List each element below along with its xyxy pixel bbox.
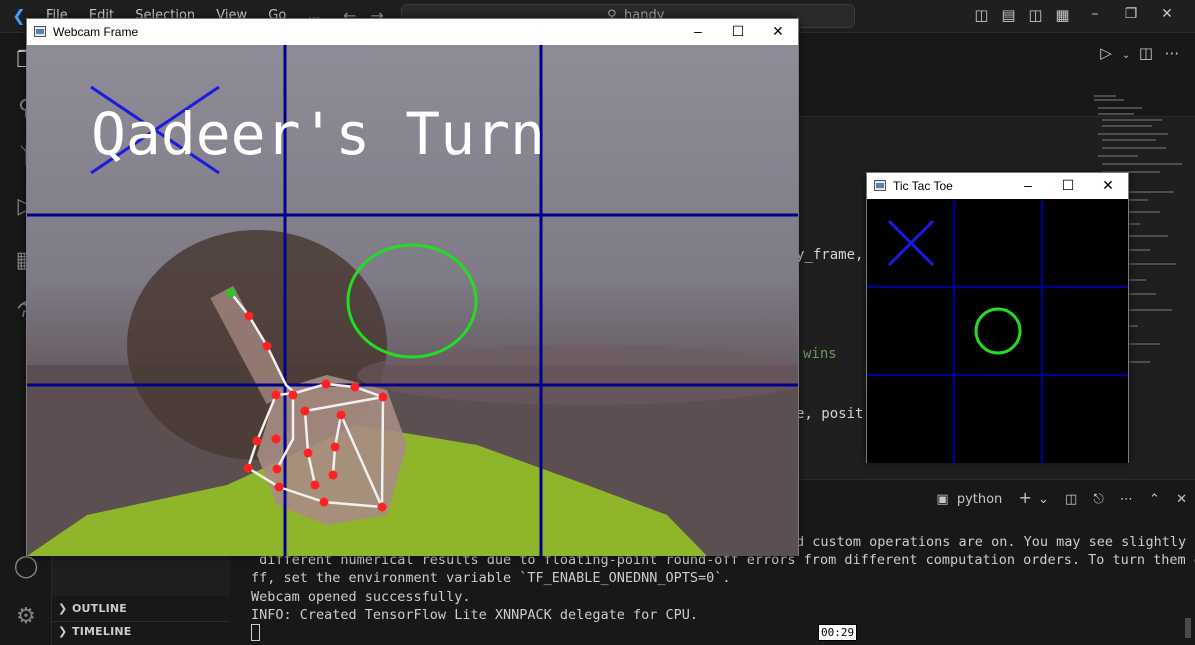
desktop: ❮ File Edit Selection View Go … ← → ⚲ han…: [0, 0, 1195, 645]
landmark: [350, 382, 360, 392]
run-dropdown-chevron-icon[interactable]: ⌄: [1121, 50, 1131, 61]
settings-gear-icon[interactable]: ⚙: [10, 601, 42, 633]
turn-overlay-text: Qadeer's Turn: [91, 100, 545, 168]
tic-tac-toe-window: Tic Tac Toe – ☐ ✕: [866, 172, 1129, 463]
outline-label: OUTLINE: [72, 602, 128, 615]
terminal-toolbar: ▣ python + ⌄ ◫ ⎋ ⋯ ⌃ ✕: [924, 488, 1187, 507]
more-actions-icon[interactable]: ⋯: [1161, 44, 1183, 62]
maximize-panel-chevron-up-icon[interactable]: ⌃: [1149, 492, 1160, 507]
landmark: [252, 436, 262, 446]
terminal-shell-icon[interactable]: ▣: [936, 492, 948, 507]
toggle-sidebar-icon[interactable]: ◫: [968, 6, 995, 24]
terminal-line-1: d custom operations are on. You may see …: [796, 534, 1187, 550]
app-window-icon: [874, 180, 886, 191]
landmark: [378, 392, 388, 402]
ttt-window-controls: – ☐ ✕: [1008, 173, 1128, 199]
terminal-line-5: INFO: Created TensorFlow Lite XNNPACK de…: [251, 607, 699, 623]
ttt-board-canvas: [867, 199, 1128, 463]
maximize-icon[interactable]: ☐: [1048, 173, 1088, 199]
run-icon[interactable]: ▷: [1095, 44, 1117, 62]
close-panel-icon[interactable]: ✕: [1176, 492, 1187, 507]
board-o-mark: [974, 307, 1022, 355]
webcam-titlebar: Webcam Frame – ☐ ✕: [27, 19, 798, 45]
minimize-icon[interactable]: –: [678, 19, 718, 45]
landmark: [319, 497, 329, 507]
code-fragment-3: e, posit: [796, 406, 864, 422]
palm-right-bone: [380, 396, 385, 508]
landmark: [321, 379, 331, 389]
code-fragment-2: wins: [803, 346, 837, 362]
landmark: [243, 463, 253, 473]
vscode-window-controls: – ❐ ✕: [1077, 6, 1185, 22]
timeline-label: TIMELINE: [72, 625, 132, 638]
webcam-video-frame: Qadeer's Turn: [27, 45, 798, 556]
editor-actions: ▷ ⌄ ◫ ⋯: [1091, 44, 1183, 62]
new-terminal-icon[interactable]: +: [1018, 488, 1031, 507]
landmark: [330, 442, 340, 452]
terminal-line-3: ff, set the environment variable `TF_ENA…: [251, 570, 731, 586]
toggle-secondary-sidebar-icon[interactable]: ◫: [1022, 6, 1049, 24]
split-terminal-icon[interactable]: ◫: [1065, 492, 1077, 507]
landmark: [328, 470, 338, 480]
video-time-badge: 00:29: [818, 624, 858, 641]
close-icon[interactable]: ✕: [1149, 6, 1185, 22]
app-window-icon: [34, 26, 46, 37]
landmark: [300, 406, 310, 416]
timeline-section[interactable]: ❯ TIMELINE: [58, 625, 131, 638]
webcam-overlay: Qadeer's Turn: [27, 45, 798, 556]
index-tip-landmark: [226, 288, 236, 298]
minimize-icon[interactable]: –: [1008, 173, 1048, 199]
ttt-titlebar: Tic Tac Toe – ☐ ✕: [867, 173, 1128, 199]
landmark: [303, 448, 313, 458]
toggle-panel-icon[interactable]: ▤: [995, 6, 1022, 24]
landmark: [244, 311, 254, 321]
more-actions-icon[interactable]: ⋯: [1120, 492, 1133, 507]
webcam-window: Webcam Frame – ☐ ✕ Qadeer's Turn: [26, 18, 799, 556]
terminal-shell-label[interactable]: python: [957, 492, 1002, 507]
chevron-right-icon: ❯: [58, 625, 68, 638]
sidebar-collapsed-sections: ❯ OUTLINE ❯ TIMELINE: [52, 596, 230, 645]
landmark: [288, 390, 298, 400]
customize-layout-icon[interactable]: ▦: [1049, 6, 1076, 24]
kill-terminal-trash-icon[interactable]: ⎋: [1093, 492, 1103, 507]
ttt-window-title: Tic Tac Toe: [893, 179, 953, 193]
landmark: [336, 410, 346, 420]
chevron-right-icon: ❯: [58, 602, 68, 615]
ttt-board[interactable]: [867, 199, 1128, 463]
close-icon[interactable]: ✕: [758, 19, 798, 45]
webcam-window-controls: – ☐ ✕: [678, 19, 798, 45]
landmark: [274, 482, 284, 492]
minimize-icon[interactable]: –: [1077, 6, 1113, 22]
landmark: [310, 480, 320, 490]
terminal-dropdown-chevron-icon[interactable]: ⌄: [1038, 492, 1049, 507]
sidebar-divider: [52, 621, 230, 622]
outline-section[interactable]: ❯ OUTLINE: [58, 602, 127, 615]
landmark: [272, 464, 282, 474]
maximize-icon[interactable]: ☐: [718, 19, 758, 45]
landmark: [377, 502, 387, 512]
terminal-scrollbar[interactable]: [1185, 618, 1191, 638]
landmark: [262, 341, 272, 351]
terminal-line-4: Webcam opened successfully.: [251, 589, 471, 605]
code-fragment-1: y_frame,: [796, 247, 864, 263]
webcam-window-title: Webcam Frame: [53, 25, 139, 39]
background-cushion: [357, 345, 798, 405]
landmark: [271, 434, 281, 444]
restore-icon[interactable]: ❐: [1113, 6, 1149, 22]
split-editor-icon[interactable]: ◫: [1135, 44, 1157, 62]
close-icon[interactable]: ✕: [1088, 173, 1128, 199]
layout-controls: ◫ ▤ ◫ ▦: [968, 6, 1076, 24]
landmark: [271, 390, 281, 400]
terminal-cursor[interactable]: [251, 624, 260, 641]
